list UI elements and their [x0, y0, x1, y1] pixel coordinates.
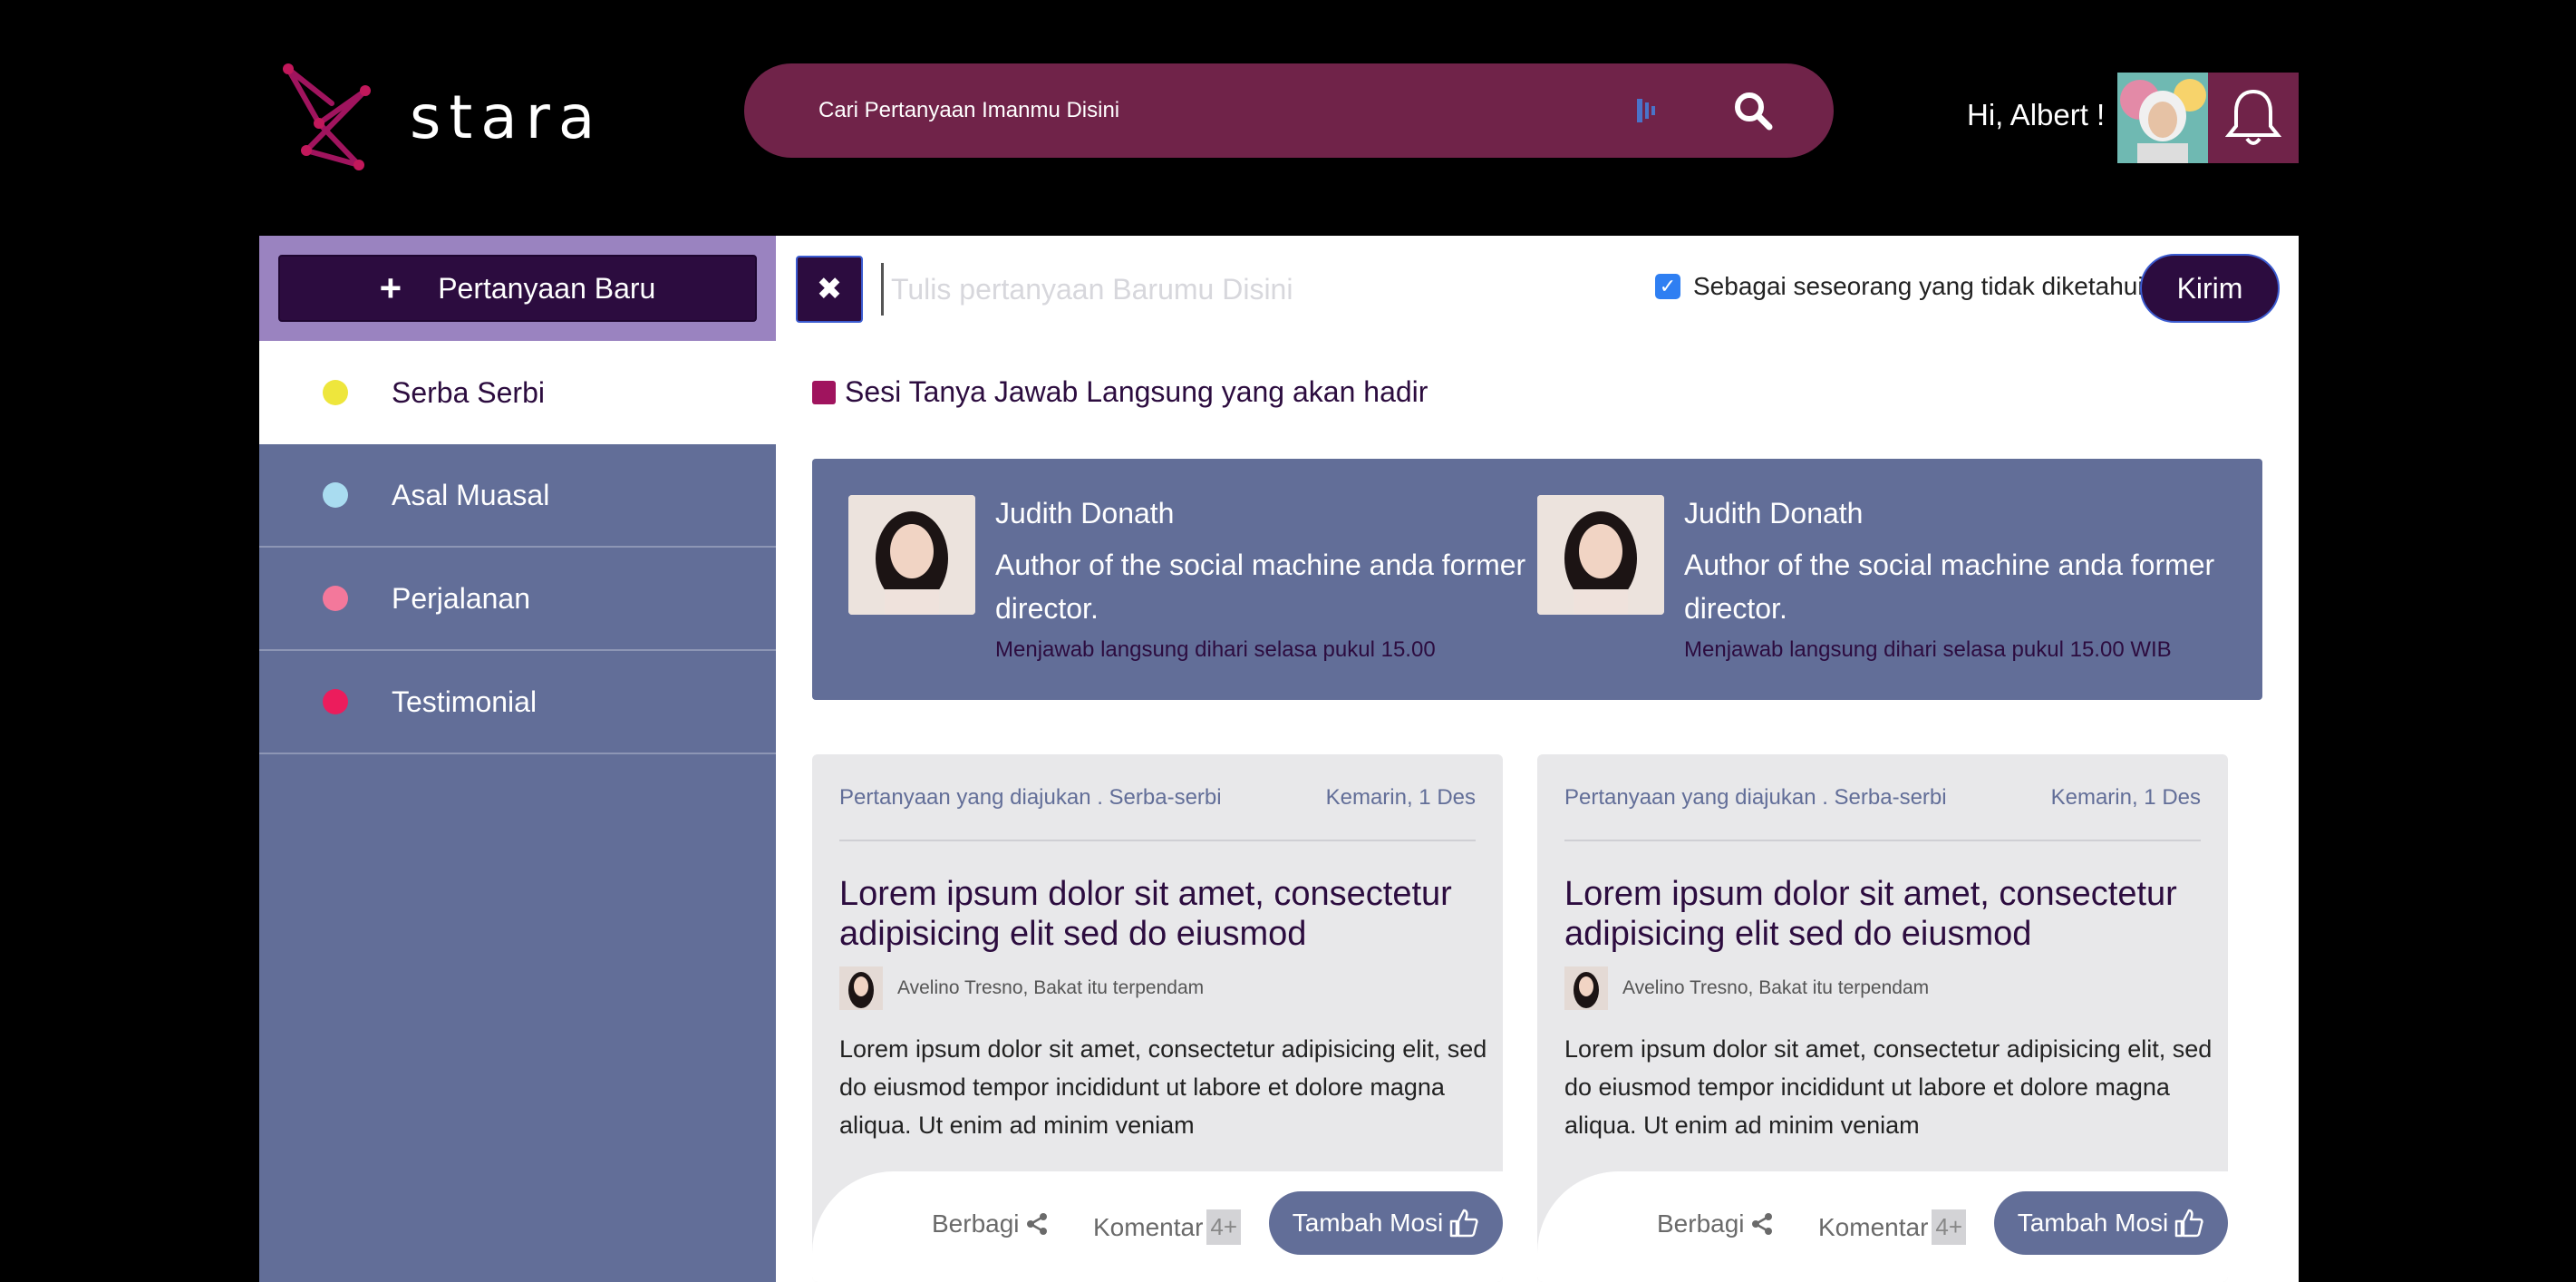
- logo-icon: [283, 63, 371, 170]
- sidebar-item-label: Testimonial: [392, 685, 537, 718]
- category-dot-icon: [323, 586, 348, 611]
- sidebar-item-label: Serba Serbi: [392, 375, 545, 409]
- card-category: Pertanyaan yang diajukan . Serba-serbi: [1564, 785, 1947, 810]
- sidebar: + Pertanyaan Baru Serba Serbi Asal Muasa…: [259, 236, 776, 1282]
- sidebar-item-label: Asal Muasal: [392, 478, 550, 511]
- card-date: Kemarin, 1 Des: [2050, 785, 2201, 810]
- comment-label: Komentar: [1093, 1212, 1204, 1241]
- section-marker-icon: [812, 380, 836, 404]
- author-name: Avelino Tresno, Bakat itu terpendam: [897, 977, 1205, 998]
- comment-count-badge: 4+: [1932, 1209, 1967, 1245]
- card-actions: Berbagi Komentar 4+ Tambah Mosi: [812, 1171, 1503, 1282]
- share-icon: [1026, 1213, 1047, 1235]
- live-session-banner: Judith Donath Author of the social machi…: [812, 459, 2262, 700]
- app-page: stara Cari Pertanyaan Imanmu Disini Hi, …: [0, 0, 2576, 1282]
- upvote-button[interactable]: Tambah Mosi: [1994, 1191, 2228, 1255]
- live-section-title-text: Sesi Tanya Jawab Langsung yang akan hadi…: [845, 375, 1428, 408]
- upvote-label: Tambah Mosi: [1292, 1209, 1444, 1237]
- share-label: Berbagi: [932, 1209, 1020, 1238]
- question-input[interactable]: [881, 263, 1570, 316]
- share-label: Berbagi: [1657, 1209, 1745, 1238]
- author-avatar: [1564, 966, 1608, 1010]
- sidebar-item-label: Perjalanan: [392, 581, 530, 615]
- logo-text: stara: [410, 82, 604, 152]
- send-button[interactable]: Kirim: [2140, 254, 2280, 323]
- anonymous-checkbox[interactable]: ✓: [1655, 274, 1680, 299]
- comment-button[interactable]: Komentar 4+: [1093, 1209, 1242, 1245]
- greeting-text: Hi, Albert !: [1967, 98, 2106, 131]
- upvote-button[interactable]: Tambah Mosi: [1269, 1191, 1503, 1255]
- speaker-schedule: Menjawab langsung dihari selasa pukul 15…: [1684, 637, 2172, 662]
- card-body: Lorem ipsum dolor sit amet, consectetur …: [839, 1035, 1487, 1139]
- close-icon: ✖: [816, 272, 843, 306]
- share-button[interactable]: Berbagi: [1657, 1209, 1774, 1238]
- thumbs-up-icon: [2175, 1209, 2203, 1238]
- sidebar-item-perjalanan[interactable]: Perjalanan: [259, 548, 776, 651]
- card-title[interactable]: Lorem ipsum dolor sit amet, consectetur …: [1564, 874, 2217, 954]
- content-panel: + Pertanyaan Baru Serba Serbi Asal Muasa…: [259, 236, 2299, 1282]
- speaker-card[interactable]: Judith Donath Author of the social machi…: [1537, 495, 2246, 663]
- speaker-photo: [848, 495, 975, 615]
- card-author: Avelino Tresno, Bakat itu terpendam: [839, 966, 1204, 1010]
- new-question-button[interactable]: + Pertanyaan Baru: [278, 255, 757, 322]
- voice-icon[interactable]: [1629, 92, 1665, 129]
- search-icon[interactable]: [1729, 86, 1777, 135]
- category-dot-icon: [323, 482, 348, 508]
- author-name: Avelino Tresno, Bakat itu terpendam: [1622, 977, 1930, 998]
- speaker-role: Author of the social machine anda former…: [995, 549, 1526, 625]
- card-date: Kemarin, 1 Des: [1325, 785, 1476, 810]
- card-category: Pertanyaan yang diajukan . Serba-serbi: [839, 785, 1222, 810]
- speaker-role: Author of the social machine anda former…: [1684, 549, 2215, 625]
- speaker-schedule: Menjawab langsung dihari selasa pukul 15…: [995, 637, 1436, 662]
- notification-button[interactable]: [2208, 73, 2299, 163]
- bell-icon: [2225, 89, 2281, 145]
- card-title[interactable]: Lorem ipsum dolor sit amet, consectetur …: [839, 874, 1492, 954]
- speaker-name: Judith Donath: [995, 497, 1175, 529]
- logo[interactable]: stara: [279, 60, 603, 174]
- comment-label: Komentar: [1818, 1212, 1929, 1241]
- upvote-label: Tambah Mosi: [2017, 1209, 2169, 1237]
- card-actions: Berbagi Komentar 4+ Tambah Mosi: [1537, 1171, 2228, 1282]
- comment-count-badge: 4+: [1206, 1209, 1242, 1245]
- anonymous-label: Sebagai seseorang yang tidak diketahui: [1693, 272, 2144, 300]
- search-input[interactable]: Cari Pertanyaan Imanmu Disini: [818, 98, 1629, 123]
- new-question-label: Pertanyaan Baru: [438, 271, 656, 305]
- search-bar[interactable]: Cari Pertanyaan Imanmu Disini: [744, 63, 1834, 158]
- speaker-card[interactable]: Judith Donath Author of the social machi…: [848, 495, 1557, 663]
- anonymous-option[interactable]: ✓ Sebagai seseorang yang tidak diketahui: [1655, 272, 2144, 301]
- sidebar-item-serba-serbi[interactable]: Serba Serbi: [259, 341, 776, 444]
- speaker-photo: [1537, 495, 1664, 615]
- card-body: Lorem ipsum dolor sit amet, consectetur …: [1564, 1035, 2213, 1139]
- speaker-name: Judith Donath: [1684, 497, 1864, 529]
- category-dot-icon: [323, 380, 348, 405]
- card-author: Avelino Tresno, Bakat itu terpendam: [1564, 966, 1929, 1010]
- plus-icon: +: [379, 267, 402, 309]
- sidebar-item-asal-muasal[interactable]: Asal Muasal: [259, 444, 776, 548]
- sidebar-item-testimonial[interactable]: Testimonial: [259, 651, 776, 754]
- share-button[interactable]: Berbagi: [932, 1209, 1049, 1238]
- category-dot-icon: [323, 689, 348, 714]
- card-meta: Pertanyaan yang diajukan . Serba-serbi K…: [1564, 785, 2201, 841]
- user-avatar[interactable]: [2117, 73, 2208, 163]
- question-card[interactable]: Pertanyaan yang diajukan . Serba-serbi K…: [1537, 754, 2228, 1282]
- author-avatar: [839, 966, 883, 1010]
- comment-button[interactable]: Komentar 4+: [1818, 1209, 1967, 1245]
- card-meta: Pertanyaan yang diajukan . Serba-serbi K…: [839, 785, 1476, 841]
- close-composer-button[interactable]: ✖: [796, 256, 863, 323]
- thumbs-up-icon: [1450, 1209, 1478, 1238]
- live-section-title: Sesi Tanya Jawab Langsung yang akan hadi…: [812, 375, 1428, 409]
- sidebar-header: + Pertanyaan Baru: [259, 236, 776, 341]
- share-icon: [1751, 1213, 1772, 1235]
- question-card[interactable]: Pertanyaan yang diajukan . Serba-serbi K…: [812, 754, 1503, 1282]
- main-content: ✖ ✓ Sebagai seseorang yang tidak diketah…: [776, 236, 2299, 1282]
